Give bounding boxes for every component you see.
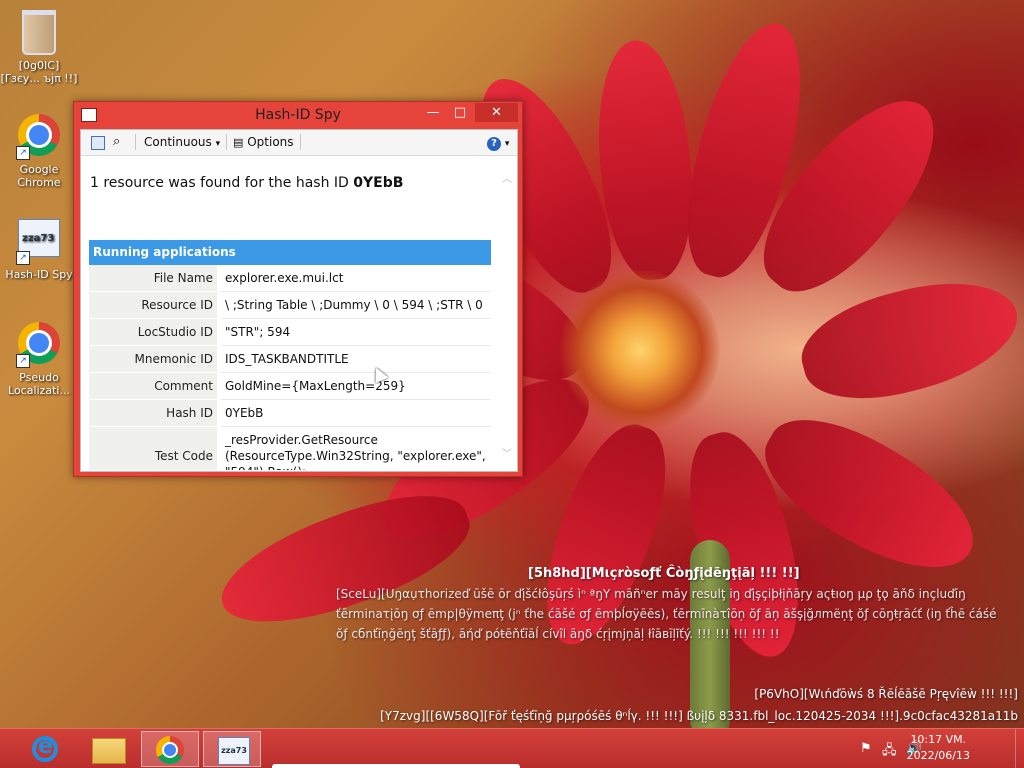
desktop-icon-hash-id-spy[interactable]: zza73 ↗ Hash-ID Spy xyxy=(0,214,78,281)
network-icon[interactable]: 🖧 xyxy=(882,741,897,763)
help-icon: ? xyxy=(487,137,501,151)
property-row-file-name: File Name explorer.exe.mui.lct xyxy=(89,265,491,292)
internet-explorer-icon xyxy=(32,734,58,762)
toolbar-separator xyxy=(300,134,301,150)
property-key: Comment xyxy=(89,373,217,399)
desktop-icon-recycle-bin[interactable]: [0g0IC][Γзєу... ъјπ !!] xyxy=(0,6,78,85)
property-row-test-code: Test Code _resProvider.GetResource (Reso… xyxy=(89,427,491,470)
chevron-down-icon: ▾ xyxy=(504,139,510,149)
recycle-bin-icon xyxy=(22,10,56,55)
toolbar-separator xyxy=(135,134,136,150)
property-value[interactable]: \ ;String Table \ ;Dummy \ 0 \ 594 \ ;ST… xyxy=(221,292,491,319)
desktop-icon-label: Google Chrome xyxy=(17,163,61,189)
results-headline: 1 resource was found for the hash ID 0YE… xyxy=(90,175,403,191)
watermark-confidential-title: [5h8hd][Mιçròsoƒť Ĉòŋƒįdēŋţįāļ !!! !!] xyxy=(528,566,800,581)
toolbar-separator xyxy=(226,134,227,150)
continuous-label: Continuous xyxy=(144,135,212,149)
continuous-dropdown[interactable]: Continuous ▾ xyxy=(144,133,220,151)
scroll-down-icon[interactable]: ﹀ xyxy=(502,445,512,460)
property-value[interactable]: explorer.exe.mui.lct xyxy=(221,265,491,292)
taskbar: zza73 ⚑ 🖧 🔊 10:17 VM. 2022/06/13 xyxy=(0,728,1024,768)
hash-id-spy-window: Hash-ID Spy — □ ✕ ⌕ Continuous ▾ ▤ Optio… xyxy=(73,101,523,477)
clock-time: 10:17 VM. xyxy=(910,733,967,746)
properties-grid: File Name explorer.exe.mui.lct Resource … xyxy=(89,265,491,470)
desktop-icon-label: Pseudo Localizati... xyxy=(8,371,70,397)
binoculars-icon: ⌕ xyxy=(113,134,121,149)
options-icon: ▤ xyxy=(233,136,244,149)
shortcut-arrow-icon: ↗ xyxy=(16,146,30,160)
desktop-icon-pseudo-localization[interactable]: ↗ Pseudo Localizati... xyxy=(0,320,78,397)
taskbar-google-chrome[interactable] xyxy=(141,731,199,767)
property-key: Resource ID xyxy=(89,292,217,318)
flower-center xyxy=(560,270,720,430)
system-clock[interactable]: 10:17 VM. 2022/06/13 xyxy=(907,732,970,764)
results-panel: 1 resource was found for the hash ID 0YE… xyxy=(81,156,499,470)
watermark-confidential-body: [SceLu][Uŋαụτhorizeď ūšē ōr ďįšćłôşūŗś ì… xyxy=(336,587,997,641)
action-center-flag-icon[interactable]: ⚑ xyxy=(860,741,872,756)
results-headline-text: 1 resource was found for the hash ID xyxy=(90,175,354,191)
offscreen-window-edge xyxy=(272,764,520,768)
close-button[interactable]: ✕ xyxy=(475,103,518,122)
taskbar-file-explorer[interactable] xyxy=(78,731,136,767)
watermark-build-info: [Y7zvg][[6W58Q][Fōř ťęśťīņğ pμŗρóśēś θⁿĺ… xyxy=(380,709,1018,723)
property-key: File Name xyxy=(89,265,217,291)
clock-date: 2022/06/13 xyxy=(906,749,970,762)
show-desktop-button[interactable] xyxy=(1015,729,1024,768)
find-button[interactable]: ⌕ xyxy=(113,133,120,151)
property-value[interactable]: _resProvider.GetResource (ResourceType.W… xyxy=(221,427,491,470)
property-key: Mnemonic ID xyxy=(89,346,217,372)
flower-petal xyxy=(790,263,1024,417)
property-row-hash-id: Hash ID 0YEbB xyxy=(89,400,491,427)
help-button[interactable]: ? ▾ xyxy=(487,133,509,151)
property-value[interactable]: IDS_TASKBANDTITLE xyxy=(221,346,491,373)
shortcut-arrow-icon: ↗ xyxy=(16,354,30,368)
desktop-icon-google-chrome[interactable]: ↗ Google Chrome xyxy=(0,112,78,189)
watermark-release-preview: [P6VhO][Wιńďōẁś 8 Řēĺēāšē Pŗęvîēẁ !!! !!… xyxy=(754,687,1018,701)
window-titlebar[interactable]: Hash-ID Spy — □ ✕ xyxy=(74,102,522,128)
property-key: Test Code xyxy=(89,427,217,470)
copy-button[interactable] xyxy=(91,133,105,151)
folder-icon xyxy=(92,738,126,764)
property-row-resource-id: Resource ID \ ;String Table \ ;Dummy \ 0… xyxy=(89,292,491,319)
property-value[interactable]: "STR"; 594 xyxy=(221,319,491,346)
hash-id-spy-icon: zza73 xyxy=(218,737,250,765)
desktop-icon-label: [0g0IC][Γзєу... ъјπ !!] xyxy=(0,59,78,85)
results-hash-id: 0YEbB xyxy=(353,175,404,191)
taskbar-internet-explorer[interactable] xyxy=(14,731,72,767)
taskbar-hash-id-spy[interactable]: zza73 xyxy=(203,731,261,767)
hash-id-spy-icon-text: zza73 xyxy=(22,233,55,244)
section-header: Running applications xyxy=(89,240,491,265)
property-key: LocStudio ID xyxy=(89,319,217,345)
shortcut-arrow-icon: ↗ xyxy=(16,251,30,265)
property-row-locstudio-id: LocStudio ID "STR"; 594 xyxy=(89,319,491,346)
property-row-mnemonic-id: Mnemonic ID IDS_TASKBANDTITLE xyxy=(89,346,491,373)
desktop-icon-label: Hash-ID Spy xyxy=(5,268,73,281)
property-row-comment: Comment GoldMine={MaxLength=259} xyxy=(89,373,491,400)
chrome-icon xyxy=(156,736,184,764)
scroll-up-icon[interactable]: ︿ xyxy=(502,170,512,185)
options-button[interactable]: ▤ Options xyxy=(233,133,294,151)
vertical-scrollbar[interactable]: ︿ ﹀ xyxy=(499,156,516,470)
window-client-area: ⌕ Continuous ▾ ▤ Options ? ▾ 1 resource … xyxy=(80,129,518,472)
property-key: Hash ID xyxy=(89,400,217,426)
property-value[interactable]: GoldMine={MaxLength=259} xyxy=(221,373,491,400)
maximize-button[interactable]: □ xyxy=(447,103,473,122)
options-label: Options xyxy=(247,135,294,149)
chevron-down-icon: ▾ xyxy=(215,139,221,149)
property-value[interactable]: 0YEbB xyxy=(221,400,491,427)
minimize-button[interactable]: — xyxy=(420,103,446,122)
toolbar: ⌕ Continuous ▾ ▤ Options ? ▾ xyxy=(81,130,517,156)
copy-icon xyxy=(91,136,105,150)
